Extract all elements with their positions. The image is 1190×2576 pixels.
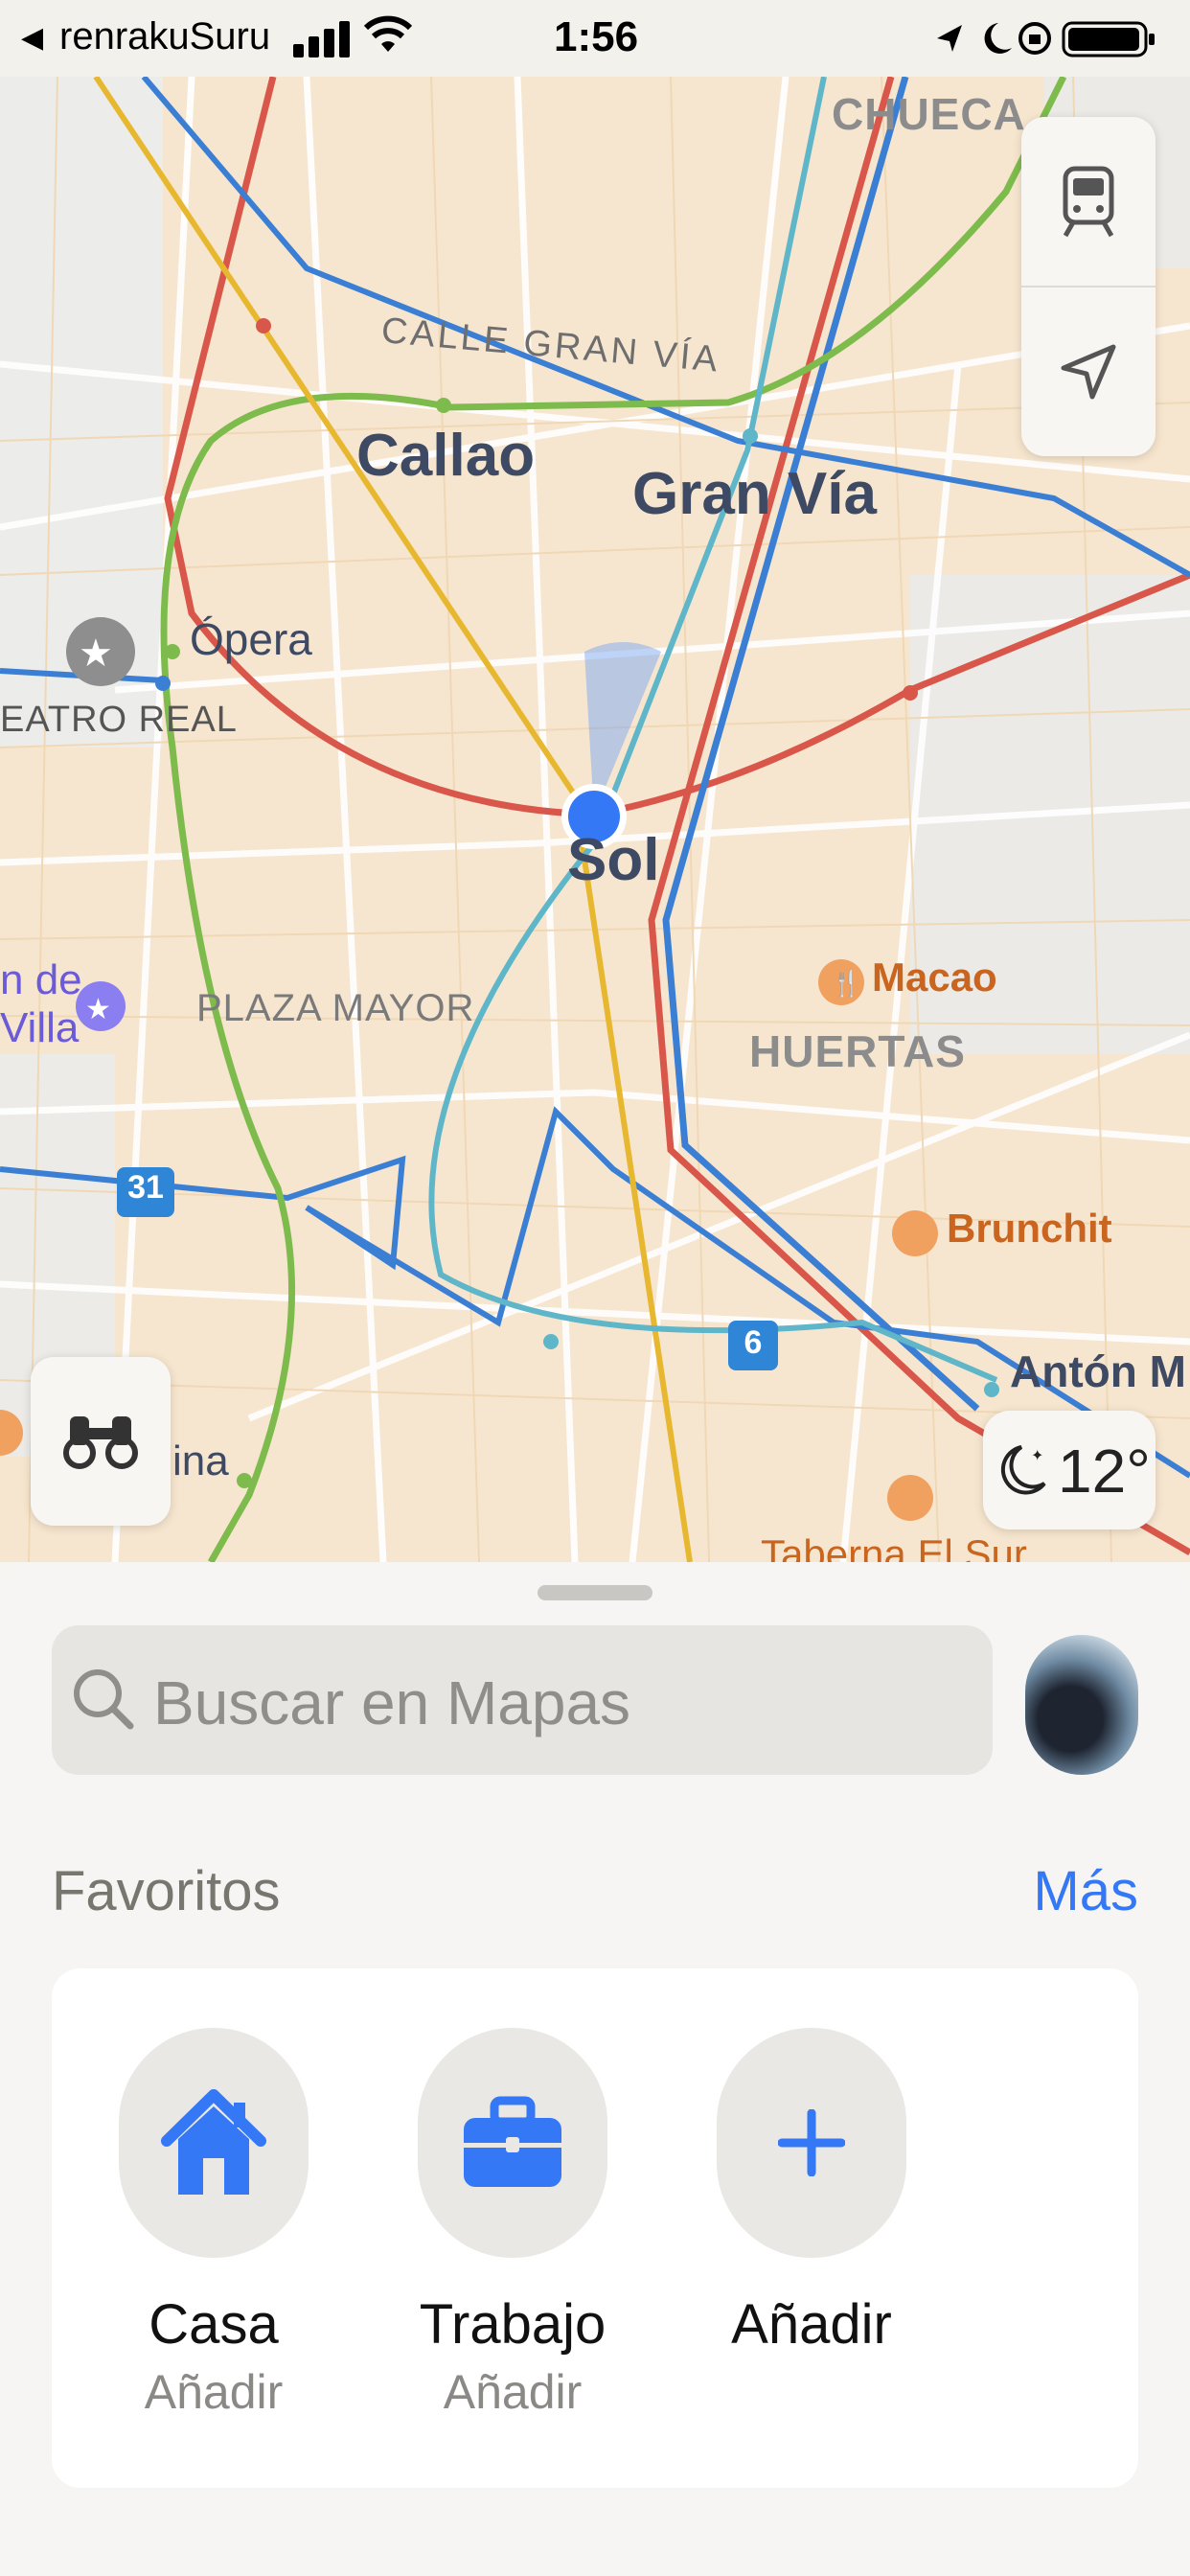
poi-label-brunchit[interactable]: Brunchit (947, 1206, 1112, 1252)
briefcase-icon (464, 2096, 561, 2187)
restaurant-pin-brunchit (892, 1210, 938, 1256)
poi-label-taberna[interactable]: Taberna El Sur (761, 1531, 1027, 1562)
favorite-add-name: Añadir (731, 2293, 892, 2356)
place-label-ina: ina (172, 1438, 229, 1484)
look-around-button[interactable] (31, 1357, 171, 1526)
search-field[interactable]: Buscar en Mapas (52, 1625, 993, 1775)
district-label: CHUECA (832, 89, 1026, 139)
moon-stars-icon: ✦ (1000, 1445, 1046, 1495)
route-badge-31: 31 (127, 1169, 164, 1206)
favorite-add[interactable]: Añadir (663, 2028, 960, 2357)
favorites-title: Favoritos (52, 1860, 281, 1922)
station-label-callao[interactable]: Callao (356, 422, 535, 490)
plus-icon (778, 2109, 845, 2176)
clock: 1:56 (554, 13, 639, 60)
station-label-sol[interactable]: Sol (567, 826, 659, 894)
favorite-home[interactable]: Casa Añadir (65, 2028, 362, 2420)
map-view[interactable]: ★ ★ 🍴 CHUECA CALLE GRAN VÍA Callao Gran … (0, 77, 1190, 1562)
favorite-work-circle[interactable] (418, 2028, 607, 2258)
wifi-icon (363, 15, 413, 52)
map-canvas: ★ ★ 🍴 (0, 77, 1190, 1562)
cellular-signal-icon (293, 21, 351, 58)
place-label-teatro-real: EATRO REAL (0, 700, 238, 740)
poi-label-macao[interactable]: Macao (872, 954, 997, 1000)
svg-text:★: ★ (85, 993, 111, 1026)
status-bar: ◀ renrakuSuru 1:56 (0, 0, 1190, 77)
restaurant-pin-taberna (887, 1475, 933, 1521)
favorites-card: Casa Añadir Trabajo Añadir Añadir (52, 1968, 1138, 2488)
station-label-anton-martin[interactable]: Antón M (1010, 1346, 1186, 1397)
house-icon (161, 2089, 266, 2195)
district-label-huertas: HUERTAS (749, 1026, 966, 1076)
svg-text:🍴: 🍴 (831, 969, 861, 999)
station-label-opera[interactable]: Ópera (190, 613, 312, 665)
rotation-lock-icon (1018, 22, 1051, 55)
weather-widget: ✦ 12° (983, 1411, 1156, 1530)
bottom-sheet: Buscar en Mapas Favoritos Más Casa Añadi… (0, 1562, 1190, 2576)
back-to-app-label[interactable]: renrakuSuru (59, 15, 270, 58)
map-controls (1021, 117, 1156, 456)
location-arrow-icon (1061, 344, 1116, 400)
favorite-work-name: Trabajo (419, 2293, 606, 2356)
back-arrow-icon[interactable]: ◀ (21, 21, 43, 55)
svg-text:★: ★ (79, 632, 113, 676)
location-arrow-icon (937, 25, 962, 52)
svg-text:✦: ✦ (1031, 1446, 1043, 1464)
avatar[interactable] (1025, 1635, 1138, 1775)
place-label-villa-2: Villa (0, 1004, 80, 1051)
favorite-home-name: Casa (149, 2293, 279, 2356)
battery-icon (1062, 21, 1155, 58)
transit-map-button[interactable] (1021, 117, 1156, 286)
favorite-work-sub: Añadir (443, 2365, 583, 2419)
tram-icon (1063, 166, 1114, 238)
favorite-add-circle[interactable] (717, 2028, 906, 2258)
favorite-home-circle[interactable] (119, 2028, 309, 2258)
search-placeholder: Buscar en Mapas (153, 1668, 631, 1737)
status-right-icons (937, 21, 1155, 58)
favorites-more-link[interactable]: Más (1033, 1859, 1138, 1923)
search-icon (74, 1669, 134, 1730)
weather-temperature: 12° (1058, 1437, 1151, 1506)
route-badge-6: 6 (744, 1324, 763, 1361)
favorite-work[interactable]: Trabajo Añadir (364, 2028, 661, 2420)
sheet-grabber[interactable] (538, 1585, 652, 1600)
district-label-plaza-mayor: PLAZA MAYOR (196, 987, 475, 1029)
station-label-gran-via[interactable]: Gran Vía (632, 460, 877, 528)
place-label-villa-1: n de (0, 956, 82, 1003)
moon-icon (984, 23, 1012, 54)
binoculars-icon (63, 1416, 138, 1469)
favorite-home-sub: Añadir (144, 2365, 284, 2419)
locate-me-button[interactable] (1021, 288, 1156, 456)
